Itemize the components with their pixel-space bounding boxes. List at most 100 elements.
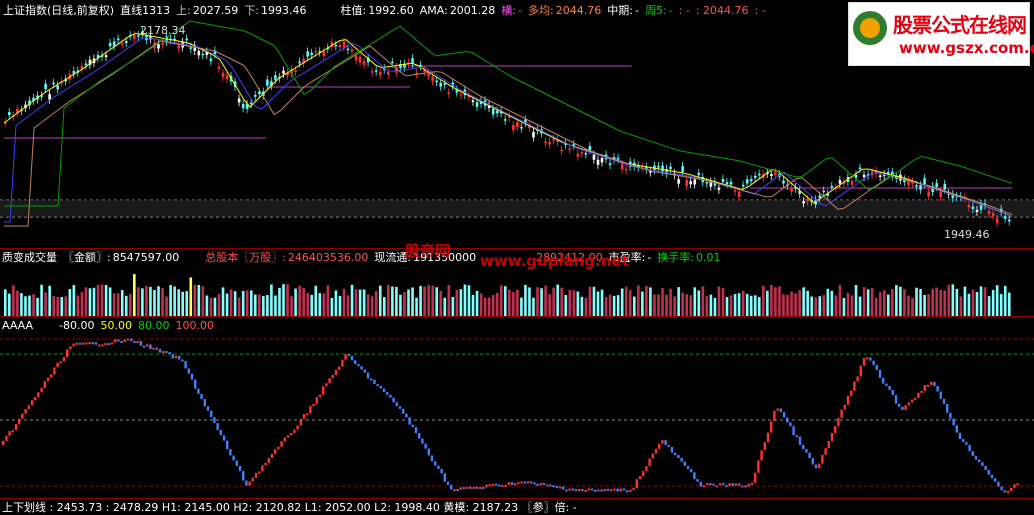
extra-value-2: : 2044.76: [695, 4, 749, 17]
volume-bar: [467, 285, 471, 316]
indicator-step: [117, 339, 120, 342]
volume-bar: [661, 288, 664, 316]
volume-bar: [947, 284, 951, 316]
volume-bar: [794, 293, 797, 316]
indicator-step: [824, 448, 827, 455]
indicator-step: [213, 417, 216, 424]
indicator-step: [130, 338, 133, 342]
volume-bar: [56, 296, 60, 316]
volume-bar: [399, 294, 402, 316]
indicator-step: [85, 342, 88, 345]
indicator-step: [123, 339, 126, 343]
candle: [133, 34, 136, 39]
indicator-step: [786, 417, 789, 423]
volume-bar: [298, 285, 301, 316]
volume-bar: [733, 294, 737, 316]
volume-title[interactable]: 质变成交量: [2, 251, 57, 264]
indicator-step: [971, 451, 974, 456]
volume-bar: [520, 297, 523, 316]
indicator-step: [222, 435, 226, 441]
volume-bar: [213, 297, 217, 316]
candle: [391, 61, 394, 64]
volume-bar: [681, 292, 684, 316]
candle: [322, 51, 326, 57]
volume-bar: [108, 287, 112, 316]
indicator-step: [309, 406, 312, 414]
indicator-step: [446, 481, 450, 485]
indicator-step: [763, 442, 766, 451]
indicator-step: [373, 379, 376, 385]
candle: [56, 85, 60, 90]
candle: [915, 185, 918, 187]
indicator-step: [933, 381, 936, 386]
indicator-step: [1003, 490, 1006, 493]
candle: [116, 38, 120, 41]
volume-bar: [709, 294, 713, 316]
indicator-step: [274, 449, 277, 454]
indicator-step: [507, 482, 510, 485]
indicator-name[interactable]: AAAA: [2, 319, 33, 332]
indicator-step: [750, 482, 754, 485]
volume-bar: [987, 296, 991, 316]
indicator-step: [571, 488, 574, 491]
indicator-step: [24, 409, 27, 414]
candle: [995, 218, 999, 224]
indicator-step: [869, 357, 872, 361]
volume-bar: [911, 297, 914, 316]
indicator-step: [459, 487, 462, 490]
volume-bar: [258, 294, 261, 316]
indicator-step: [59, 361, 62, 364]
indicator-step: [590, 488, 594, 491]
indicator-step: [542, 483, 546, 486]
indicator-step: [440, 468, 443, 474]
indicator-step: [136, 340, 139, 343]
volume-bar: [669, 288, 672, 316]
candle: [991, 213, 995, 217]
main-chart-header: 上证指数(日线,前复权) 直线1313 上: 2027.59 下: 1993.46 柱值: 1…: [3, 3, 772, 18]
candle: [44, 83, 47, 90]
chart-title[interactable]: 上证指数(日线,前复权): [3, 4, 114, 17]
volume-bar: [173, 286, 176, 316]
volume-bar: [318, 293, 322, 316]
indicator-step: [638, 476, 642, 480]
volume-bar: [959, 296, 963, 316]
volume-bar: [233, 291, 237, 316]
indicator-step: [293, 429, 296, 433]
indicator-step: [680, 457, 683, 462]
indicator-step: [107, 343, 110, 346]
volume-bar: [701, 286, 705, 316]
volume-bar: [798, 290, 801, 316]
candle: [552, 138, 555, 141]
volume-bar: [153, 290, 156, 316]
volume-bar: [677, 287, 680, 316]
indicator-step: [757, 460, 760, 473]
indicator-step: [632, 487, 635, 490]
volume-bar: [991, 289, 995, 316]
indicator-step: [306, 413, 309, 416]
indicator-step: [677, 455, 680, 458]
multi-label: 多均:: [528, 4, 554, 17]
mid-label: 中期:: [607, 4, 633, 17]
candle: [84, 63, 88, 66]
volume-bar: [737, 293, 741, 316]
volume-bar: [874, 297, 878, 316]
candle: [624, 168, 628, 171]
watermark-title: 股票公式在线网: [893, 13, 1027, 37]
volume-bar: [508, 289, 511, 316]
candle: [677, 179, 680, 184]
indicator-step: [795, 435, 798, 438]
indicator-step: [520, 481, 523, 484]
indicator-step: [523, 481, 526, 484]
candle: [189, 47, 193, 49]
indicator-step: [296, 425, 299, 430]
indicator-step: [898, 403, 901, 407]
indicator-step: [5, 435, 8, 441]
indicator-step: [325, 383, 328, 387]
volume-bar: [193, 284, 197, 316]
volume-bar: [790, 291, 793, 316]
candle: [387, 72, 390, 75]
indicator-step: [466, 486, 469, 489]
volume-bar: [802, 287, 805, 316]
indicator-step: [635, 479, 638, 488]
indicator-step: [1013, 484, 1016, 488]
